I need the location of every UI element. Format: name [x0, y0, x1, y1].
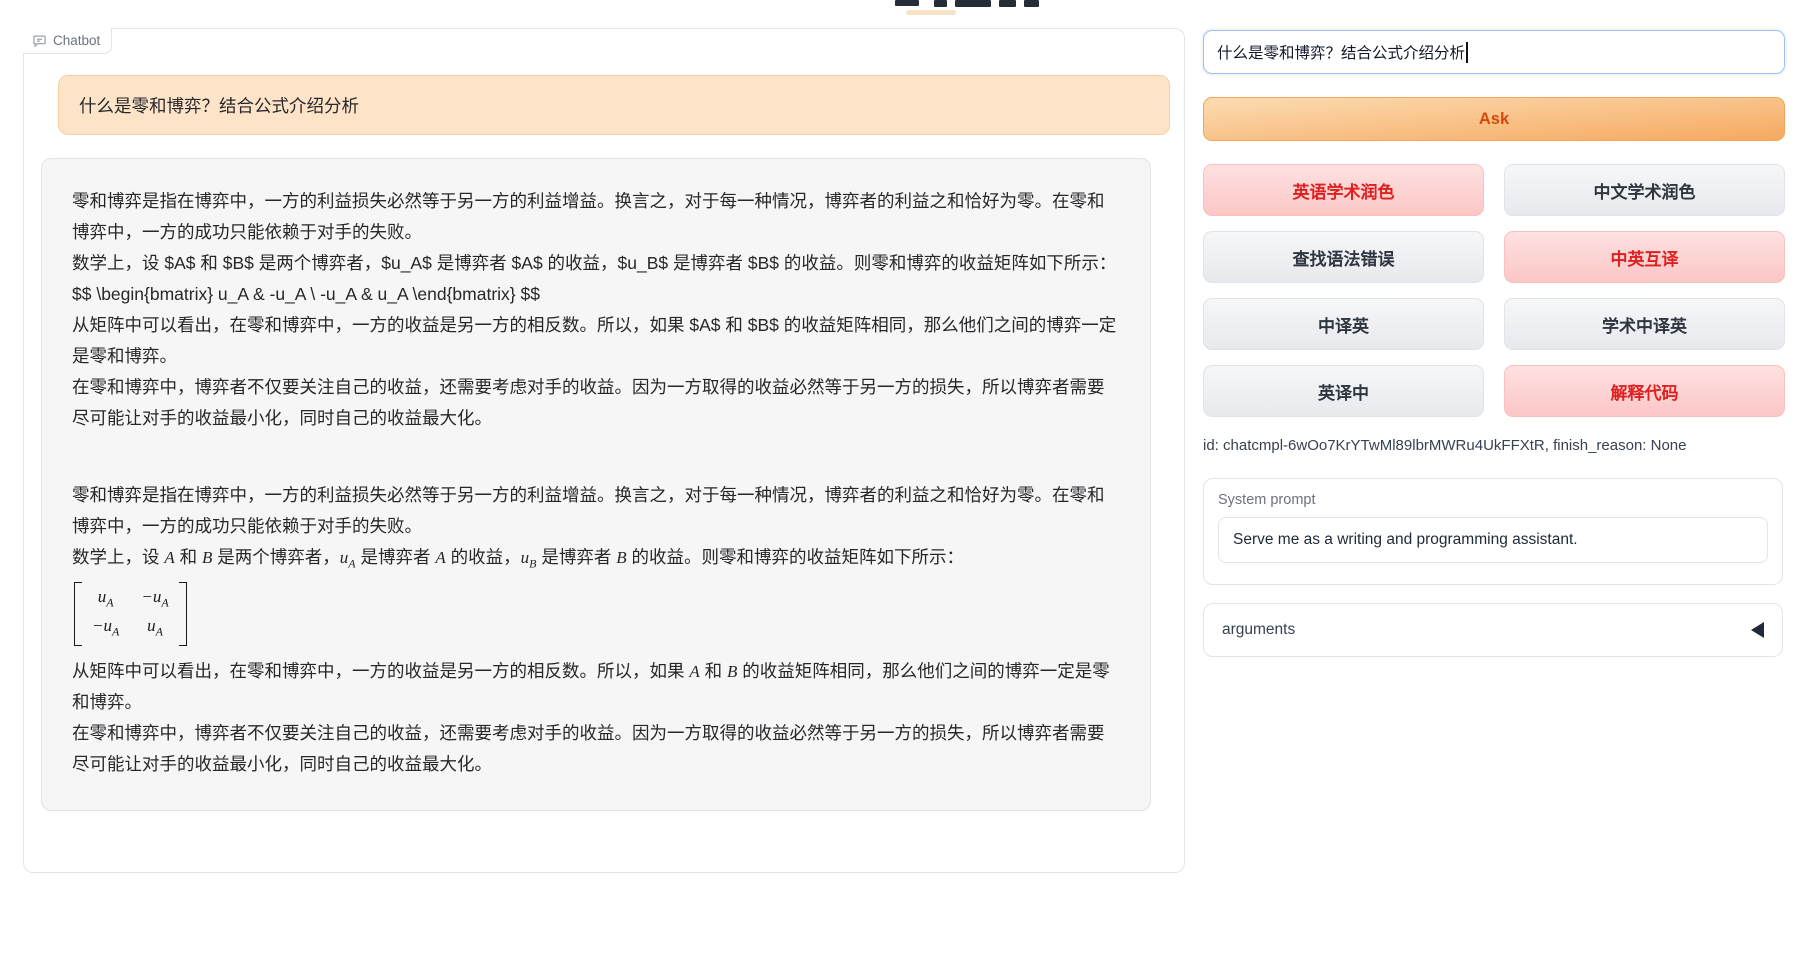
bot-rendered-paragraph-math: 从矩阵中可以看出，在零和博弈中，一方的收益是另一方的相反数。所以，如果 A 和 …	[72, 656, 1120, 718]
response-status-line: id: chatcmpl-6wOo7KrYTwMl89lbrMWRu4UkFFX…	[1203, 437, 1785, 454]
accordion-collapsed-arrow-icon	[1751, 622, 1764, 638]
bot-rendered-paragraph: 零和博弈是指在博弈中，一方的利益损失必然等于另一方的利益增益。换言之，对于每一种…	[72, 480, 1120, 542]
chatbot-label-text: Chatbot	[53, 33, 100, 48]
system-prompt-label: System prompt	[1218, 492, 1768, 508]
quick-button-grammar-check[interactable]: 查找语法错误	[1203, 231, 1484, 283]
arguments-accordion[interactable]: arguments	[1203, 603, 1783, 657]
system-prompt-value: Serve me as a writing and programming as…	[1233, 531, 1578, 549]
bot-raw-paragraph: 在零和博弈中，博弈者不仅要关注自己的收益，还需要考虑对手的收益。因为一方取得的收…	[72, 372, 1120, 434]
system-prompt-panel: System prompt Serve me as a writing and …	[1203, 478, 1783, 585]
bot-message-rendered-block: 零和博弈是指在博弈中，一方的利益损失必然等于另一方的利益增益。换言之，对于每一种…	[72, 480, 1120, 780]
chatbot-block-label: Chatbot	[23, 28, 112, 54]
title-fragment	[934, 0, 947, 7]
quick-button-chinese-polish[interactable]: 中文学术润色	[1504, 164, 1785, 216]
payoff-matrix: uA−uA−uAuA	[72, 579, 1120, 656]
bot-raw-paragraph: 数学上，设 $A$ 和 $B$ 是两个博弈者，$u_A$ 是博弈者 $A$ 的收…	[72, 248, 1120, 279]
chat-bubble-icon	[32, 33, 47, 48]
title-fragment	[1024, 0, 1039, 7]
chatbot-panel: Chatbot 什么是零和博弈？结合公式介绍分析 零和博弈是指在博弈中，一方的利…	[23, 28, 1185, 873]
bot-rendered-paragraph-math: 数学上，设 A 和 B 是两个博弈者，uA 是博弈者 A 的收益，uB 是博弈者…	[72, 542, 1120, 579]
arguments-accordion-label: arguments	[1222, 621, 1295, 639]
user-message-text: 什么是零和博弈？结合公式介绍分析	[79, 93, 359, 118]
quick-button-en-to-zh[interactable]: 英译中	[1203, 365, 1484, 417]
quick-action-grid: 英语学术润色 中文学术润色 查找语法错误 中英互译 中译英 学术中译英 英译中 …	[1203, 164, 1785, 417]
bot-rendered-paragraph: 在零和博弈中，博弈者不仅要关注自己的收益，还需要考虑对手的收益。因为一方取得的收…	[72, 718, 1120, 780]
question-input-value: 什么是零和博弈？结合公式介绍分析	[1217, 41, 1465, 63]
bot-message-bubble: 零和博弈是指在博弈中，一方的利益损失必然等于另一方的利益增益。换言之，对于每一种…	[41, 158, 1151, 811]
bot-raw-paragraph: 零和博弈是指在博弈中，一方的利益损失必然等于另一方的利益增益。换言之，对于每一种…	[72, 186, 1120, 248]
text-cursor	[1466, 42, 1468, 63]
question-input[interactable]: 什么是零和博弈？结合公式介绍分析	[1203, 30, 1785, 74]
title-fragment	[895, 0, 919, 6]
bot-raw-paragraph: 从矩阵中可以看出，在零和博弈中，一方的收益是另一方的相反数。所以，如果 $A$ …	[72, 310, 1120, 372]
bot-message-raw-block: 零和博弈是指在博弈中，一方的利益损失必然等于另一方的利益增益。换言之，对于每一种…	[72, 186, 1120, 434]
title-underline-fragment	[906, 10, 956, 15]
matrix-cells: uA−uA−uAuA	[82, 582, 179, 646]
matrix-right-bracket	[179, 582, 187, 646]
title-fragment	[999, 0, 1016, 7]
user-message-bubble: 什么是零和博弈？结合公式介绍分析	[58, 75, 1170, 135]
quick-button-academic-zh-to-en[interactable]: 学术中译英	[1504, 298, 1785, 350]
quick-button-zh-to-en[interactable]: 中译英	[1203, 298, 1484, 350]
title-fragment	[955, 0, 991, 7]
quick-button-explain-code[interactable]: 解释代码	[1504, 365, 1785, 417]
system-prompt-input[interactable]: Serve me as a writing and programming as…	[1218, 517, 1768, 563]
ask-button-label: Ask	[1479, 110, 1509, 129]
ask-button[interactable]: Ask	[1203, 97, 1785, 141]
matrix-left-bracket	[74, 582, 82, 646]
quick-button-english-polish[interactable]: 英语学术润色	[1203, 164, 1484, 216]
quick-button-zh-en-translate[interactable]: 中英互译	[1504, 231, 1785, 283]
bot-raw-latex-line: $$ \begin{bmatrix} u_A & -u_A \ -u_A & u…	[72, 279, 1120, 310]
